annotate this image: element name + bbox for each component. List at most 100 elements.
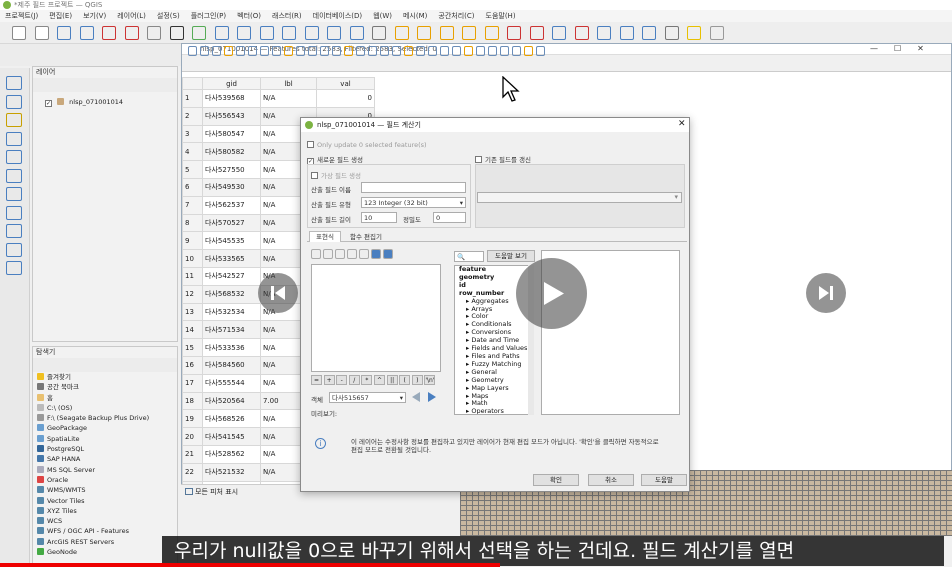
attribute-tool-icon[interactable]	[236, 46, 245, 56]
row-number[interactable]: 21	[182, 444, 203, 464]
toolbar-icon[interactable]	[439, 26, 454, 40]
virtual-field-checkbox[interactable]: 가상 필드 생성	[311, 170, 361, 180]
table-cell[interactable]: 다사539568	[202, 89, 261, 108]
table-cell[interactable]: 다사571534	[202, 320, 261, 340]
row-number[interactable]: 22	[182, 462, 203, 482]
table-cell[interactable]: 다사580547	[202, 124, 261, 144]
tab-function-editor[interactable]: 함수 편집기	[342, 232, 390, 242]
attribute-tool-icon[interactable]	[356, 46, 365, 56]
add-layer-icon[interactable]	[6, 187, 22, 201]
table-row[interactable]: 1 다사539568 N/A 0	[182, 89, 375, 108]
row-number[interactable]: 15	[182, 338, 203, 357]
browser-item[interactable]: GeoNode	[37, 547, 177, 557]
toolbar-icon[interactable]	[34, 26, 49, 40]
attribute-tool-icon[interactable]	[224, 46, 233, 56]
attribute-tool-icon[interactable]	[464, 46, 473, 56]
table-cell[interactable]: 다사556543	[202, 106, 261, 126]
toolbar-icon[interactable]	[12, 26, 26, 40]
attribute-tool-icon[interactable]	[380, 46, 389, 56]
update-existing-checkbox[interactable]: 기존 필드를 갱신	[475, 154, 531, 164]
attribute-tool-icon[interactable]	[452, 46, 461, 56]
toolbar-icon[interactable]	[169, 26, 184, 40]
attribute-tool-icon[interactable]	[272, 46, 281, 56]
expression-tool-icon[interactable]	[335, 249, 345, 259]
function-search-input[interactable]: 🔍	[454, 251, 484, 262]
table-cell[interactable]: 다사520564	[202, 391, 261, 411]
browser-item[interactable]: C:\ (OS)	[37, 403, 177, 413]
only-update-checkbox[interactable]: Only update 0 selected feature(s)	[307, 141, 427, 149]
row-number[interactable]: 14	[182, 320, 203, 340]
browser-item[interactable]: XYZ Tiles	[37, 506, 177, 516]
attribute-tool-icon[interactable]	[308, 46, 317, 56]
table-cell[interactable]: 다사541545	[202, 427, 261, 446]
operator-button[interactable]: (	[399, 375, 411, 385]
operator-button[interactable]: )	[411, 375, 423, 385]
row-number[interactable]: 19	[182, 409, 203, 429]
menu-item[interactable]: 웹(W)	[373, 12, 392, 20]
attribute-tool-icon[interactable]	[200, 46, 209, 56]
next-video-button[interactable]	[806, 273, 846, 313]
toolbar-icon[interactable]	[237, 26, 251, 40]
toolbar-icon[interactable]	[192, 26, 206, 40]
feature-select[interactable]: 다사515657 ▾	[329, 392, 406, 403]
menu-item[interactable]: 도움말(H)	[486, 12, 516, 20]
browser-item[interactable]: 공간 북마크	[37, 382, 177, 392]
operator-button[interactable]: '\n'	[424, 375, 436, 385]
browser-item[interactable]: Oracle	[37, 475, 177, 485]
expression-tool-icon[interactable]	[323, 249, 333, 259]
attribute-tool-icon[interactable]	[296, 46, 305, 56]
row-number[interactable]: 20	[182, 427, 203, 446]
attribute-tool-icon[interactable]	[248, 46, 257, 56]
row-number[interactable]: 6	[182, 177, 203, 197]
toolbar-icon[interactable]	[349, 26, 364, 40]
expression-tool-icon[interactable]	[371, 249, 381, 259]
add-layer-icon[interactable]	[6, 94, 22, 109]
toolbar-icon[interactable]	[574, 26, 589, 40]
table-cell[interactable]: N/A	[260, 89, 317, 108]
table-cell[interactable]: 0	[316, 89, 375, 108]
attribute-tool-icon[interactable]	[404, 46, 413, 56]
table-cell[interactable]: 다사542527	[202, 266, 261, 286]
attribute-tool-icon[interactable]	[284, 46, 293, 56]
toolbar-icon[interactable]	[102, 26, 116, 40]
menu-item[interactable]: 프로젝트(J)	[5, 12, 38, 20]
toolbar-icon[interactable]	[417, 26, 431, 40]
add-layer-icon[interactable]	[6, 76, 22, 90]
table-cell[interactable]: 다사527550	[202, 160, 261, 179]
toolbar-icon[interactable]	[124, 26, 139, 40]
next-feature-button[interactable]	[428, 392, 436, 402]
previous-video-button[interactable]	[258, 273, 298, 313]
attribute-tool-icon[interactable]	[428, 46, 437, 56]
precision-spinbox[interactable]: 0	[433, 212, 466, 223]
toolbar-icon[interactable]	[529, 26, 544, 40]
column-header-val[interactable]: val	[316, 77, 375, 90]
row-number[interactable]: 9	[182, 231, 203, 251]
expression-editor[interactable]	[311, 264, 441, 372]
function-item[interactable]: ▸ Operators	[459, 407, 533, 414]
table-cell[interactable]: 다사533536	[202, 338, 261, 357]
attribute-tool-icon[interactable]	[524, 46, 533, 56]
toolbar-icon[interactable]	[79, 26, 94, 40]
toolbar-icon[interactable]	[282, 26, 296, 40]
attribute-tool-icon[interactable]	[332, 46, 341, 56]
show-all-features-button[interactable]: 모든 피처 표시	[185, 487, 238, 497]
row-number[interactable]: 7	[182, 195, 203, 215]
attribute-tool-icon[interactable]	[392, 46, 401, 56]
toolbar-icon[interactable]	[57, 26, 71, 40]
attribute-tool-icon[interactable]	[536, 46, 545, 56]
row-number[interactable]: 11	[182, 266, 203, 286]
table-cell[interactable]: 다사570527	[202, 213, 261, 233]
table-cell[interactable]: 다사562537	[202, 195, 261, 215]
tab-expression[interactable]: 표현식	[309, 231, 341, 242]
add-layer-icon[interactable]	[6, 150, 22, 164]
attribute-tool-icon[interactable]	[416, 46, 425, 56]
row-number[interactable]: 18	[182, 391, 203, 411]
attribute-tool-icon[interactable]	[512, 46, 521, 56]
toolbar-icon[interactable]	[372, 26, 386, 40]
column-header-lbl[interactable]: lbl	[260, 77, 317, 90]
operator-button[interactable]: +	[323, 375, 335, 385]
attribute-tool-icon[interactable]	[500, 46, 509, 56]
attribute-tool-icon[interactable]	[368, 46, 377, 56]
play-button[interactable]	[516, 258, 587, 329]
browser-item[interactable]: 홈	[37, 393, 177, 403]
